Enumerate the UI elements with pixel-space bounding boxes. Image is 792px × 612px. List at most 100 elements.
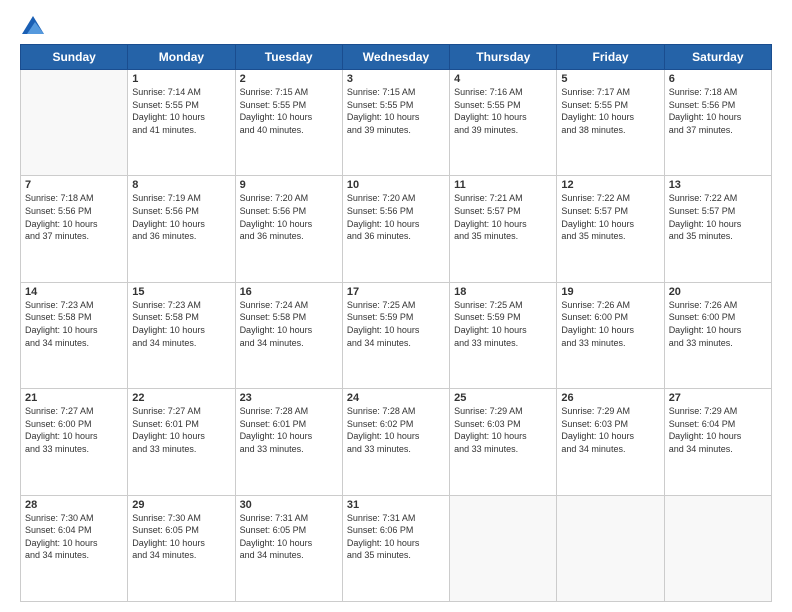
day-header-sunday: Sunday xyxy=(21,45,128,70)
day-number: 11 xyxy=(454,179,552,191)
logo xyxy=(20,16,44,34)
day-number: 23 xyxy=(240,392,338,404)
day-info: Sunrise: 7:29 AMSunset: 6:03 PMDaylight:… xyxy=(454,405,552,455)
calendar-cell: 20Sunrise: 7:26 AMSunset: 6:00 PMDayligh… xyxy=(664,282,771,388)
calendar-cell: 1Sunrise: 7:14 AMSunset: 5:55 PMDaylight… xyxy=(128,70,235,176)
calendar-cell: 25Sunrise: 7:29 AMSunset: 6:03 PMDayligh… xyxy=(450,389,557,495)
day-info: Sunrise: 7:16 AMSunset: 5:55 PMDaylight:… xyxy=(454,86,552,136)
day-number: 5 xyxy=(561,73,659,85)
day-info: Sunrise: 7:23 AMSunset: 5:58 PMDaylight:… xyxy=(25,299,123,349)
calendar-cell: 22Sunrise: 7:27 AMSunset: 6:01 PMDayligh… xyxy=(128,389,235,495)
calendar-cell: 30Sunrise: 7:31 AMSunset: 6:05 PMDayligh… xyxy=(235,495,342,601)
day-number: 19 xyxy=(561,286,659,298)
calendar-cell: 15Sunrise: 7:23 AMSunset: 5:58 PMDayligh… xyxy=(128,282,235,388)
day-number: 13 xyxy=(669,179,767,191)
calendar-table: SundayMondayTuesdayWednesdayThursdayFrid… xyxy=(20,44,772,602)
day-number: 9 xyxy=(240,179,338,191)
day-number: 25 xyxy=(454,392,552,404)
calendar-cell: 21Sunrise: 7:27 AMSunset: 6:00 PMDayligh… xyxy=(21,389,128,495)
header-row: SundayMondayTuesdayWednesdayThursdayFrid… xyxy=(21,45,772,70)
calendar-cell: 2Sunrise: 7:15 AMSunset: 5:55 PMDaylight… xyxy=(235,70,342,176)
day-info: Sunrise: 7:18 AMSunset: 5:56 PMDaylight:… xyxy=(669,86,767,136)
day-info: Sunrise: 7:29 AMSunset: 6:04 PMDaylight:… xyxy=(669,405,767,455)
day-header-tuesday: Tuesday xyxy=(235,45,342,70)
day-number: 8 xyxy=(132,179,230,191)
calendar-cell: 9Sunrise: 7:20 AMSunset: 5:56 PMDaylight… xyxy=(235,176,342,282)
day-number: 26 xyxy=(561,392,659,404)
day-number: 4 xyxy=(454,73,552,85)
day-header-thursday: Thursday xyxy=(450,45,557,70)
day-number: 6 xyxy=(669,73,767,85)
calendar-cell: 31Sunrise: 7:31 AMSunset: 6:06 PMDayligh… xyxy=(342,495,449,601)
day-number: 14 xyxy=(25,286,123,298)
calendar-page: SundayMondayTuesdayWednesdayThursdayFrid… xyxy=(0,0,792,612)
day-info: Sunrise: 7:29 AMSunset: 6:03 PMDaylight:… xyxy=(561,405,659,455)
day-info: Sunrise: 7:23 AMSunset: 5:58 PMDaylight:… xyxy=(132,299,230,349)
day-info: Sunrise: 7:20 AMSunset: 5:56 PMDaylight:… xyxy=(240,192,338,242)
day-info: Sunrise: 7:19 AMSunset: 5:56 PMDaylight:… xyxy=(132,192,230,242)
calendar-cell: 8Sunrise: 7:19 AMSunset: 5:56 PMDaylight… xyxy=(128,176,235,282)
header xyxy=(20,16,772,34)
calendar-cell: 19Sunrise: 7:26 AMSunset: 6:00 PMDayligh… xyxy=(557,282,664,388)
week-row-0: 1Sunrise: 7:14 AMSunset: 5:55 PMDaylight… xyxy=(21,70,772,176)
day-number: 15 xyxy=(132,286,230,298)
calendar-cell: 12Sunrise: 7:22 AMSunset: 5:57 PMDayligh… xyxy=(557,176,664,282)
week-row-3: 21Sunrise: 7:27 AMSunset: 6:00 PMDayligh… xyxy=(21,389,772,495)
week-row-4: 28Sunrise: 7:30 AMSunset: 6:04 PMDayligh… xyxy=(21,495,772,601)
calendar-cell: 23Sunrise: 7:28 AMSunset: 6:01 PMDayligh… xyxy=(235,389,342,495)
calendar-cell: 16Sunrise: 7:24 AMSunset: 5:58 PMDayligh… xyxy=(235,282,342,388)
day-info: Sunrise: 7:31 AMSunset: 6:05 PMDaylight:… xyxy=(240,512,338,562)
calendar-cell xyxy=(450,495,557,601)
day-info: Sunrise: 7:15 AMSunset: 5:55 PMDaylight:… xyxy=(240,86,338,136)
day-number: 27 xyxy=(669,392,767,404)
day-info: Sunrise: 7:22 AMSunset: 5:57 PMDaylight:… xyxy=(561,192,659,242)
day-info: Sunrise: 7:26 AMSunset: 6:00 PMDaylight:… xyxy=(561,299,659,349)
day-number: 21 xyxy=(25,392,123,404)
day-header-monday: Monday xyxy=(128,45,235,70)
week-row-2: 14Sunrise: 7:23 AMSunset: 5:58 PMDayligh… xyxy=(21,282,772,388)
day-info: Sunrise: 7:24 AMSunset: 5:58 PMDaylight:… xyxy=(240,299,338,349)
calendar-cell: 4Sunrise: 7:16 AMSunset: 5:55 PMDaylight… xyxy=(450,70,557,176)
day-info: Sunrise: 7:25 AMSunset: 5:59 PMDaylight:… xyxy=(347,299,445,349)
day-header-friday: Friday xyxy=(557,45,664,70)
day-header-wednesday: Wednesday xyxy=(342,45,449,70)
day-info: Sunrise: 7:26 AMSunset: 6:00 PMDaylight:… xyxy=(669,299,767,349)
day-number: 24 xyxy=(347,392,445,404)
day-info: Sunrise: 7:28 AMSunset: 6:01 PMDaylight:… xyxy=(240,405,338,455)
day-info: Sunrise: 7:22 AMSunset: 5:57 PMDaylight:… xyxy=(669,192,767,242)
day-info: Sunrise: 7:27 AMSunset: 6:00 PMDaylight:… xyxy=(25,405,123,455)
day-number: 30 xyxy=(240,499,338,511)
calendar-cell: 27Sunrise: 7:29 AMSunset: 6:04 PMDayligh… xyxy=(664,389,771,495)
calendar-cell: 14Sunrise: 7:23 AMSunset: 5:58 PMDayligh… xyxy=(21,282,128,388)
day-number: 3 xyxy=(347,73,445,85)
calendar-cell: 6Sunrise: 7:18 AMSunset: 5:56 PMDaylight… xyxy=(664,70,771,176)
day-info: Sunrise: 7:28 AMSunset: 6:02 PMDaylight:… xyxy=(347,405,445,455)
calendar-cell: 24Sunrise: 7:28 AMSunset: 6:02 PMDayligh… xyxy=(342,389,449,495)
day-info: Sunrise: 7:15 AMSunset: 5:55 PMDaylight:… xyxy=(347,86,445,136)
day-number: 10 xyxy=(347,179,445,191)
day-number: 22 xyxy=(132,392,230,404)
calendar-cell: 26Sunrise: 7:29 AMSunset: 6:03 PMDayligh… xyxy=(557,389,664,495)
calendar-cell: 29Sunrise: 7:30 AMSunset: 6:05 PMDayligh… xyxy=(128,495,235,601)
day-number: 29 xyxy=(132,499,230,511)
day-number: 16 xyxy=(240,286,338,298)
calendar-cell xyxy=(21,70,128,176)
day-number: 28 xyxy=(25,499,123,511)
logo-icon xyxy=(22,16,44,34)
calendar-cell: 13Sunrise: 7:22 AMSunset: 5:57 PMDayligh… xyxy=(664,176,771,282)
calendar-cell: 28Sunrise: 7:30 AMSunset: 6:04 PMDayligh… xyxy=(21,495,128,601)
day-info: Sunrise: 7:20 AMSunset: 5:56 PMDaylight:… xyxy=(347,192,445,242)
day-number: 7 xyxy=(25,179,123,191)
day-info: Sunrise: 7:30 AMSunset: 6:05 PMDaylight:… xyxy=(132,512,230,562)
calendar-cell: 17Sunrise: 7:25 AMSunset: 5:59 PMDayligh… xyxy=(342,282,449,388)
day-header-saturday: Saturday xyxy=(664,45,771,70)
day-info: Sunrise: 7:30 AMSunset: 6:04 PMDaylight:… xyxy=(25,512,123,562)
day-number: 2 xyxy=(240,73,338,85)
calendar-cell: 10Sunrise: 7:20 AMSunset: 5:56 PMDayligh… xyxy=(342,176,449,282)
calendar-cell: 7Sunrise: 7:18 AMSunset: 5:56 PMDaylight… xyxy=(21,176,128,282)
week-row-1: 7Sunrise: 7:18 AMSunset: 5:56 PMDaylight… xyxy=(21,176,772,282)
day-number: 1 xyxy=(132,73,230,85)
day-number: 20 xyxy=(669,286,767,298)
day-info: Sunrise: 7:31 AMSunset: 6:06 PMDaylight:… xyxy=(347,512,445,562)
day-number: 18 xyxy=(454,286,552,298)
